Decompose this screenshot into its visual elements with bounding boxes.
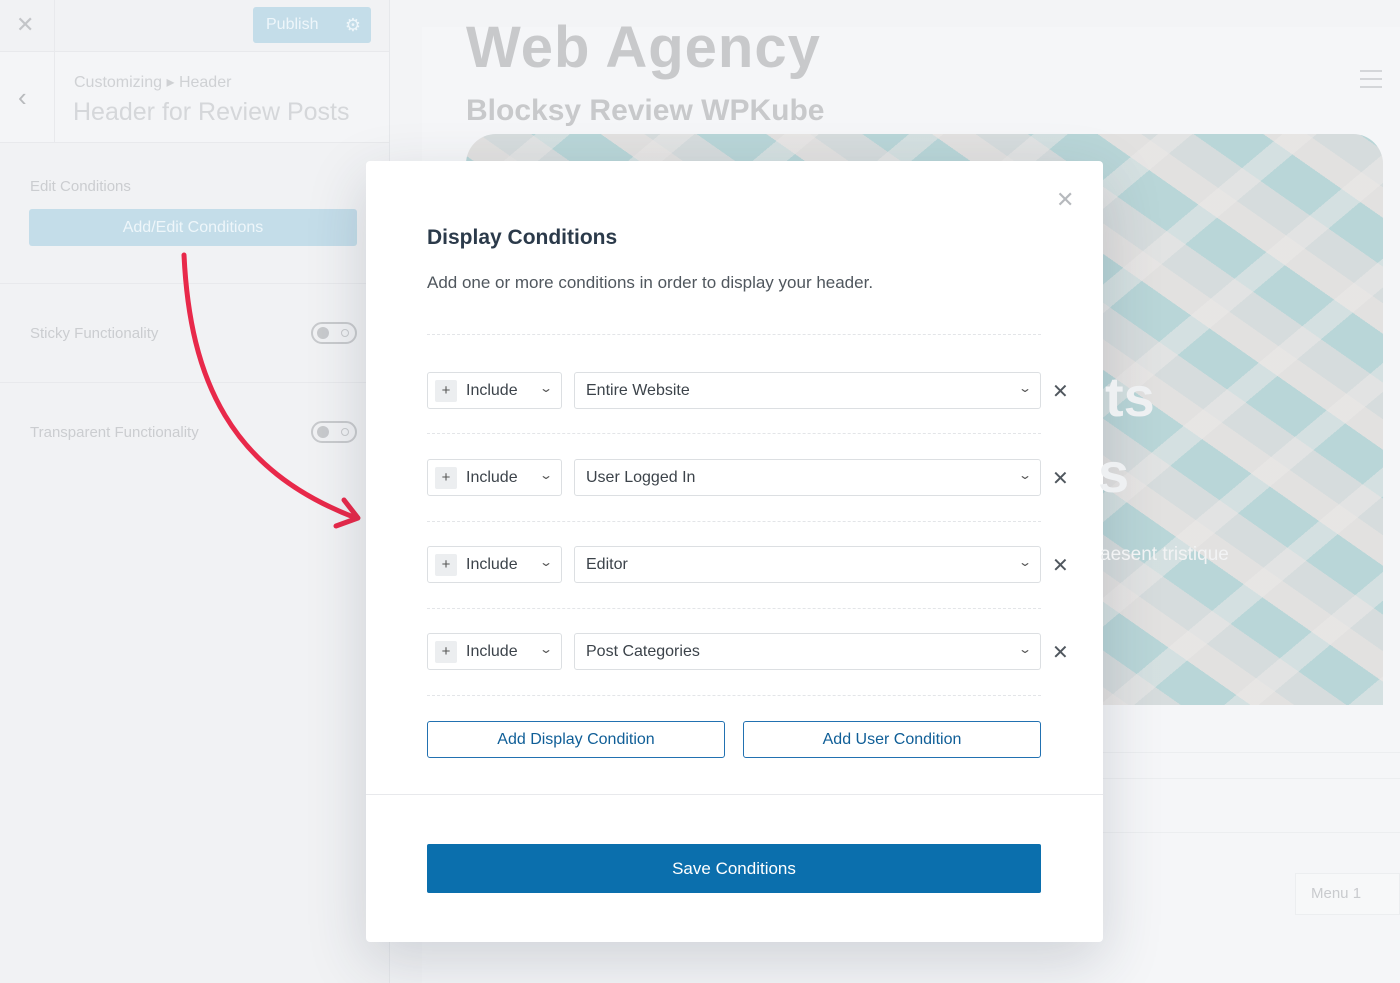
chevron-down-icon: ⌄ [1017,468,1033,482]
condition-select[interactable]: Post Categories ⌄ [574,633,1041,670]
condition-row: + Include ⌄ Post Categories ⌄ ✕ [427,633,1077,671]
chevron-down-icon: ⌄ [538,381,554,395]
include-label: Include [466,642,518,660]
hero-paragraph: aesent tristique [1100,544,1229,565]
display-conditions-modal: ✕ Display Conditions Add one or more con… [366,161,1103,942]
include-label: Include [466,381,518,399]
menu-item[interactable]: Menu 1 [1295,873,1400,915]
condition-value: Editor [586,555,628,573]
condition-select[interactable]: Entire Website ⌄ [574,372,1041,409]
chevron-down-icon: ⌄ [538,642,554,656]
remove-condition-icon[interactable]: ✕ [1052,466,1069,491]
include-select[interactable]: + Include ⌄ [427,546,562,583]
remove-condition-icon[interactable]: ✕ [1052,640,1069,665]
condition-value: Post Categories [586,642,700,660]
plus-icon: + [435,640,457,663]
plus-icon: + [435,553,457,576]
chevron-down-icon: ⌄ [538,555,554,569]
remove-condition-icon[interactable]: ✕ [1052,553,1069,578]
chevron-down-icon: ⌄ [1017,381,1033,395]
plus-icon: + [435,466,457,489]
condition-select[interactable]: Editor ⌄ [574,546,1041,583]
include-label: Include [466,555,518,573]
add-user-condition-button[interactable]: Add User Condition [743,721,1041,758]
add-display-condition-button[interactable]: Add Display Condition [427,721,725,758]
include-label: Include [466,468,518,486]
site-tagline: Blocksy Review WPKube [466,94,825,127]
condition-row: + Include ⌄ User Logged In ⌄ ✕ [427,459,1077,497]
chevron-down-icon: ⌄ [1017,642,1033,656]
include-select[interactable]: + Include ⌄ [427,633,562,670]
modal-close-icon[interactable]: ✕ [1056,187,1074,213]
include-select[interactable]: + Include ⌄ [427,459,562,496]
plus-icon: + [435,379,457,402]
chevron-down-icon: ⌄ [538,468,554,482]
save-conditions-button[interactable]: Save Conditions [427,844,1041,893]
condition-select[interactable]: User Logged In ⌄ [574,459,1041,496]
hamburger-menu-icon[interactable] [1360,70,1382,88]
include-select[interactable]: + Include ⌄ [427,372,562,409]
modal-description: Add one or more conditions in order to d… [427,273,874,292]
condition-row: + Include ⌄ Entire Website ⌄ ✕ [427,372,1077,410]
condition-row: + Include ⌄ Editor ⌄ ✕ [427,546,1077,584]
remove-condition-icon[interactable]: ✕ [1052,379,1069,404]
chevron-down-icon: ⌄ [1017,555,1033,569]
condition-value: User Logged In [586,468,696,486]
hero-heading-fragment: s [1098,441,1130,504]
condition-value: Entire Website [586,381,690,399]
modal-title: Display Conditions [427,226,618,249]
site-title: Web Agency [466,15,821,80]
annotation-arrow-icon [181,252,361,529]
hero-heading-fragment: ts [1105,365,1155,428]
